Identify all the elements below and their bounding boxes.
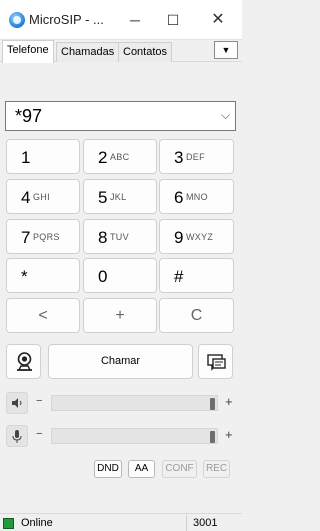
record-toggle[interactable]: REC [203,460,230,478]
microphone-mute-button[interactable] [6,425,28,447]
key-1[interactable]: 1 [6,139,80,174]
key-digit: 4 [21,188,31,207]
status-bar: Online 3001 [0,513,242,531]
speaker-slider-thumb[interactable] [210,398,215,410]
microphone-icon [12,430,22,443]
chevron-down-icon[interactable]: ⌵ [221,108,230,123]
microphone-volume-minus[interactable]: − [36,428,42,440]
speaker-volume-row: − + [6,392,238,414]
clear-button[interactable]: C [159,298,234,333]
key-7[interactable]: 7 PQRS [6,219,80,254]
status-divider [186,515,187,531]
conference-toggle[interactable]: CONF [162,460,197,478]
minimize-button[interactable]: ─ [123,8,147,32]
speaker-volume-slider[interactable] [51,395,218,411]
dial-number-combo[interactable]: *97 ⌵ [5,101,236,131]
key-digit: 5 [98,188,108,207]
speaker-mute-button[interactable] [6,392,28,414]
window-title: MicroSIP - ... [29,12,104,27]
voicemail-button[interactable] [6,344,41,379]
key-star[interactable]: * [6,258,80,293]
message-icon [207,354,226,371]
key-2[interactable]: 2 ABC [83,139,157,174]
online-status-icon [3,518,14,529]
backspace-glyph: < [38,307,48,324]
key-digit: # [174,267,184,286]
key-letters: DEF [186,152,205,162]
key-digit: 8 [98,228,108,247]
status-text: Online [21,517,53,529]
key-digit: 0 [98,267,108,286]
tab-contatos[interactable]: Contatos [118,42,173,62]
key-8[interactable]: 8 TUV [83,219,157,254]
clear-glyph: C [190,307,203,324]
extension-number: 3001 [193,517,218,529]
plus-button[interactable]: + [83,298,157,333]
message-button[interactable] [198,344,233,379]
speaker-volume-minus[interactable]: − [36,395,42,407]
key-3[interactable]: 3 DEF [159,139,234,174]
key-letters: WXYZ [186,232,214,242]
plus-glyph: + [115,307,125,324]
key-letters: MNO [186,192,208,202]
backspace-button[interactable]: < [6,298,80,333]
key-9[interactable]: 9 WXYZ [159,219,234,254]
close-button[interactable]: ✕ [206,8,230,32]
speaker-volume-plus[interactable]: + [225,394,233,409]
key-letters: TUV [110,232,129,242]
key-digit: 7 [21,228,31,247]
tab-telefone[interactable]: Telefone [2,40,54,63]
call-button[interactable]: Chamar [48,344,193,379]
key-digit: 2 [98,148,108,167]
key-4[interactable]: 4 GHI [6,179,80,214]
microphone-volume-plus[interactable]: + [225,427,233,442]
speaker-icon [12,398,22,408]
dnd-toggle[interactable]: DND [94,460,122,478]
key-5[interactable]: 5 JKL [83,179,157,214]
tab-menu-button[interactable]: ▼ [214,41,238,59]
microphone-volume-slider[interactable] [51,428,218,444]
key-6[interactable]: 6 MNO [159,179,234,214]
key-hash[interactable]: # [159,258,234,293]
auto-answer-toggle[interactable]: AA [128,460,155,478]
key-0[interactable]: 0 [83,258,157,293]
maximize-button[interactable]: ☐ [161,8,185,32]
tab-strip: Telefone Chamadas Contatos [0,40,242,63]
key-letters: JKL [110,192,127,202]
microphone-slider-thumb[interactable] [210,431,215,443]
microphone-volume-row: − + [6,425,238,447]
key-letters: GHI [33,192,50,202]
voicemail-icon [17,352,32,371]
tab-chamadas[interactable]: Chamadas [56,42,120,62]
key-digit: 3 [174,148,184,167]
dial-number-value: *97 [15,106,43,126]
key-letters: ABC [110,152,130,162]
key-digit: 6 [174,188,184,207]
microsip-logo-icon [9,12,25,28]
key-digit: 9 [174,228,184,247]
title-bar: MicroSIP - ... ─ ☐ ✕ [0,0,242,40]
key-letters: PQRS [33,232,60,242]
key-digit: * [21,267,28,286]
key-digit: 1 [21,148,31,167]
